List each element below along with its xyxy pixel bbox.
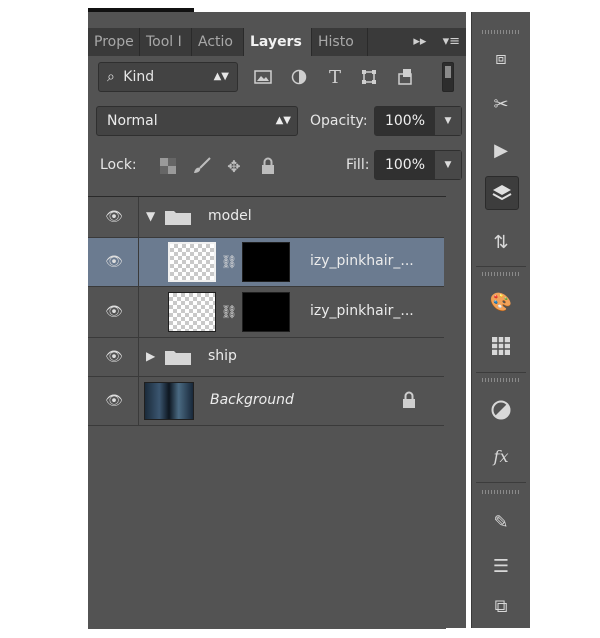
adjustments-icon[interactable]	[485, 394, 517, 426]
eye-icon[interactable]: 👁	[102, 252, 126, 272]
fill-field[interactable]: 100% ▼	[374, 150, 462, 180]
panel-menu[interactable]: ▸▸ ▾≡	[413, 28, 460, 56]
folder-icon	[165, 351, 191, 365]
layer-thumbnail[interactable]	[168, 292, 216, 332]
tab-layers[interactable]: Layers	[244, 28, 312, 56]
panel-tab-bar: Prope Tool I Actio Layers Histo ▸▸ ▾≡	[88, 28, 466, 56]
grip-handle[interactable]	[482, 272, 520, 276]
divider	[476, 372, 526, 373]
layer-background[interactable]: 👁 Background	[88, 377, 444, 426]
chevron-down-icon[interactable]: ▼	[435, 107, 461, 135]
fill-value[interactable]: 100%	[375, 151, 435, 179]
opacity-label: Opacity:	[310, 113, 368, 129]
eye-icon[interactable]: 👁	[102, 302, 126, 322]
opacity-value[interactable]: 100%	[375, 107, 435, 135]
search-icon: ⌕	[107, 69, 115, 85]
layers-panel: Prope Tool I Actio Layers Histo ▸▸ ▾≡ ⌕ …	[88, 12, 466, 629]
eye-icon[interactable]: 👁	[102, 391, 126, 411]
blend-mode-value: Normal	[107, 113, 158, 129]
layer-izy-pinkhair-1[interactable]: 👁 ⛓ izy_pinkhair_...	[88, 238, 444, 287]
layer-comps-icon[interactable]: ⇅	[485, 226, 517, 258]
lock-all-icon[interactable]	[258, 156, 278, 176]
chevron-updown-icon: ▲▼	[275, 115, 291, 126]
layer-mask-thumbnail[interactable]	[242, 292, 290, 332]
tab-history[interactable]: Histo	[312, 28, 368, 56]
layer-thumbnail[interactable]	[168, 242, 216, 282]
clone-source-icon[interactable]: ⧉	[485, 590, 517, 622]
fill-label: Fill:	[346, 157, 370, 173]
tools-icon[interactable]: ✂	[485, 88, 517, 120]
folder-icon	[165, 211, 191, 225]
grip-handle[interactable]	[482, 378, 520, 382]
layer-izy-pinkhair-2[interactable]: 👁 ⛓ izy_pinkhair_...	[88, 287, 444, 338]
3d-icon[interactable]: ⧈	[485, 42, 517, 74]
type-filter-icon[interactable]: T	[324, 66, 346, 88]
tab-tool-presets[interactable]: Tool I	[140, 28, 192, 56]
divider	[138, 287, 139, 337]
styles-icon[interactable]: fx	[485, 440, 517, 472]
chevron-updown-icon: ▲▼	[213, 71, 229, 82]
grip-handle[interactable]	[482, 30, 520, 34]
smart-object-filter-icon[interactable]	[394, 66, 416, 88]
opacity-field[interactable]: 100% ▼	[374, 106, 462, 136]
shape-filter-icon[interactable]	[358, 66, 380, 88]
divider	[138, 197, 139, 237]
layer-name[interactable]: izy_pinkhair_...	[310, 303, 414, 319]
layers-list: 👁 ▼ model 👁 ⛓ izy_pinkhair_... 👁 ⛓ izy_p…	[88, 196, 446, 629]
play-icon[interactable]: ▶	[485, 134, 517, 166]
lock-label: Lock:	[100, 157, 137, 173]
eye-icon[interactable]: 👁	[102, 347, 126, 367]
layer-mask-thumbnail[interactable]	[242, 242, 290, 282]
blend-row: Normal ▲▼ Opacity: 100% ▼	[96, 106, 462, 140]
blend-mode-select[interactable]: Normal ▲▼	[96, 106, 298, 136]
panel-icon-strip: ⧈ ✂ ▶ ⇅ 🎨 fx ✎ ☰ ⧉	[471, 12, 530, 628]
expand-icon[interactable]: ▸▸	[413, 34, 426, 49]
layer-name[interactable]: izy_pinkhair_...	[310, 253, 414, 269]
layer-name[interactable]: model	[208, 208, 252, 224]
lock-icon	[403, 391, 415, 408]
brush-icon[interactable]: ✎	[485, 506, 517, 538]
filter-toggle[interactable]	[442, 62, 454, 92]
divider	[138, 338, 139, 376]
panel-menu-icon[interactable]: ▾≡	[443, 34, 460, 49]
lock-row: Lock: ✥ Fill: 100% ▼	[96, 150, 462, 184]
link-icon[interactable]: ⛓	[221, 251, 238, 273]
layer-name[interactable]: Background	[210, 392, 294, 408]
divider	[138, 377, 139, 425]
image-filter-icon[interactable]	[252, 66, 274, 88]
brush-presets-icon[interactable]: ☰	[485, 550, 517, 582]
layer-name[interactable]: ship	[208, 348, 237, 364]
layer-group-ship[interactable]: 👁 ▶ ship	[88, 338, 444, 377]
divider	[476, 266, 526, 267]
layer-thumbnail[interactable]	[144, 382, 194, 420]
divider	[476, 482, 526, 483]
triangle-right-icon[interactable]: ▶	[146, 349, 155, 363]
grid-icon[interactable]	[485, 330, 517, 362]
swatches-icon[interactable]: 🎨	[485, 286, 517, 318]
link-icon[interactable]: ⛓	[221, 301, 238, 323]
eye-icon[interactable]: 👁	[102, 207, 126, 227]
lock-move-icon[interactable]: ✥	[224, 156, 244, 176]
filter-row: ⌕ Kind ▲▼ T	[96, 60, 458, 96]
filter-kind-label: Kind	[123, 69, 155, 85]
grip-handle[interactable]	[482, 490, 520, 494]
filter-kind-select[interactable]: ⌕ Kind ▲▼	[98, 62, 238, 92]
tab-actions[interactable]: Actio	[192, 28, 244, 56]
tab-properties[interactable]: Prope	[88, 28, 140, 56]
chevron-down-icon[interactable]: ▼	[435, 151, 461, 179]
layer-group-model[interactable]: 👁 ▼ model	[88, 197, 444, 238]
layers-icon[interactable]	[485, 176, 519, 210]
adjustment-filter-icon[interactable]	[288, 66, 310, 88]
triangle-down-icon[interactable]: ▼	[146, 209, 155, 223]
divider	[138, 238, 139, 286]
lock-transparent-icon[interactable]	[158, 156, 178, 176]
lock-brush-icon[interactable]	[192, 156, 212, 176]
